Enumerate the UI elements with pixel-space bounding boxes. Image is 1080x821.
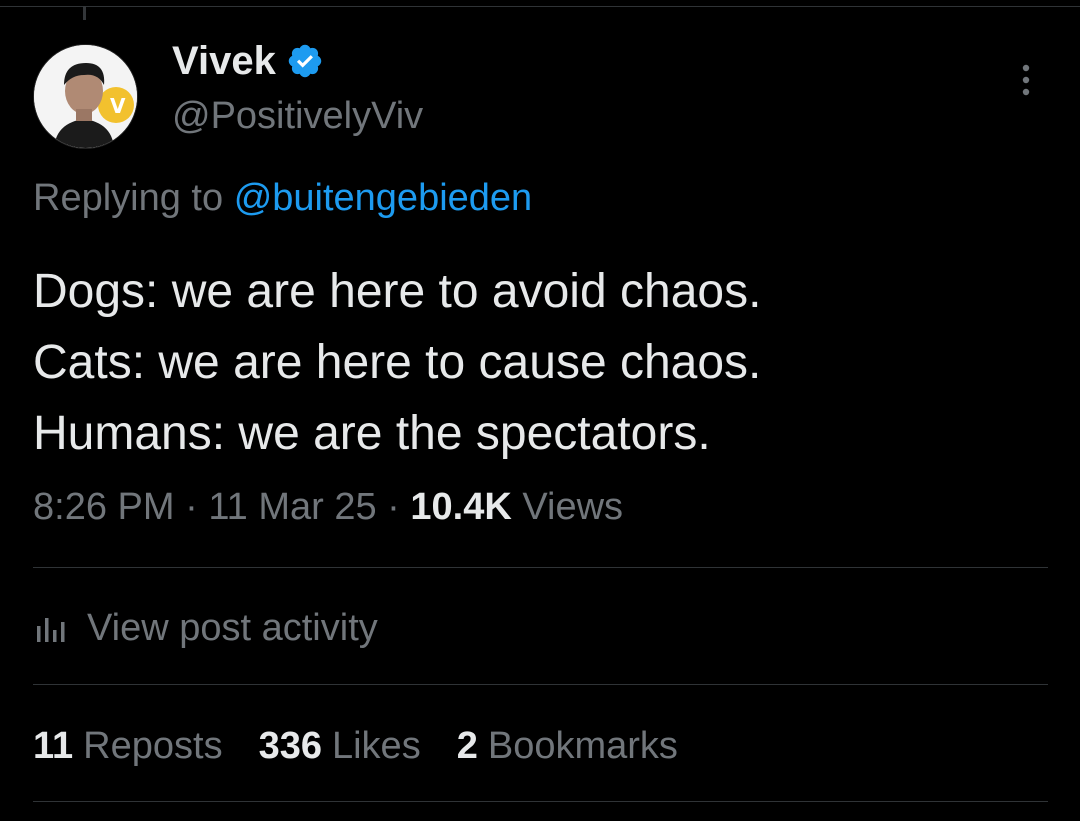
divider — [33, 684, 1048, 685]
likes-count: 336 — [258, 725, 322, 767]
top-border — [0, 6, 1080, 7]
display-name[interactable]: Vivek — [172, 38, 324, 84]
tweet-line: Cats: we are here to cause chaos. — [33, 336, 762, 389]
bar-chart-icon — [37, 618, 65, 642]
tweet-time[interactable]: 8:26 PM — [33, 486, 175, 528]
bookmarks-label: Bookmarks — [487, 725, 678, 767]
meta-separator: · — [185, 486, 198, 528]
verified-badge-icon[interactable] — [286, 42, 324, 80]
engagement-stats: 11 Reposts 336 Likes 2 Bookmarks — [33, 722, 714, 770]
likes-label: Likes — [331, 725, 421, 767]
tweet-date[interactable]: 11 Mar 25 — [208, 486, 376, 528]
bookmarks-count: 2 — [456, 725, 478, 767]
replying-to: Replying to @buitengebieden — [33, 174, 532, 222]
views-label: Views — [522, 486, 624, 528]
view-post-activity-button[interactable]: View post activity — [33, 604, 378, 652]
avatar[interactable]: V — [33, 44, 138, 149]
divider — [33, 567, 1048, 568]
thread-connector-line — [83, 6, 86, 20]
reply-mention-link[interactable]: @buitengebieden — [234, 177, 533, 219]
bookmarks-stat[interactable]: 2 Bookmarks — [457, 722, 678, 770]
reposts-count: 11 — [33, 725, 74, 767]
divider — [33, 801, 1048, 802]
tweet-line: Humans: we are the spectators. — [33, 407, 711, 460]
more-options-icon[interactable] — [1006, 60, 1046, 100]
tweet-line: Dogs: we are here to avoid chaos. — [33, 265, 762, 318]
views-count: 10.4K — [410, 486, 512, 528]
likes-stat[interactable]: 336 Likes — [259, 722, 421, 770]
user-handle[interactable]: @PositivelyViv — [172, 93, 423, 139]
tweet-text: Dogs: we are here to avoid chaos. Cats: … — [33, 256, 761, 469]
replying-to-prefix: Replying to — [33, 177, 224, 219]
reposts-label: Reposts — [83, 725, 223, 767]
tweet-meta: 8:26 PM · 11 Mar 25 · 10.4K Views — [33, 483, 623, 531]
display-name-text: Vivek — [172, 39, 276, 83]
svg-text:V: V — [110, 94, 126, 118]
meta-separator: · — [387, 486, 400, 528]
reposts-stat[interactable]: 11 Reposts — [33, 722, 223, 770]
view-post-activity-label: View post activity — [87, 607, 378, 649]
